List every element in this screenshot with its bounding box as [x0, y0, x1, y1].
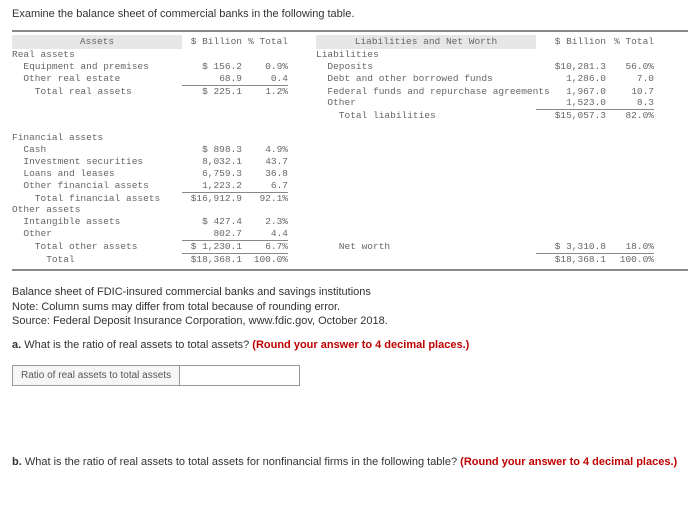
row-pct: 92.1%: [242, 193, 288, 205]
row-bill: 1,523.0: [536, 97, 606, 110]
question-a: a. What is the ratio of real assets to t…: [12, 339, 688, 351]
row-pct: 100.0%: [242, 254, 288, 266]
row-name: Deposits: [316, 61, 536, 73]
row-pct: 6.7%: [242, 241, 288, 254]
row-name: Investment securities: [12, 156, 182, 168]
row-pct: 0.4: [242, 73, 288, 86]
ratio-input[interactable]: [180, 365, 300, 386]
row-pct: 7.0: [606, 73, 654, 86]
q-hint: (Round your answer to 4 decimal places.): [252, 339, 469, 351]
q-text: What is the ratio of real assets to tota…: [21, 339, 252, 351]
note-line: Note: Column sums may differ from total …: [12, 300, 688, 315]
balance-sheet-table: Assets $ Billion % Total Liabilities and…: [12, 30, 688, 271]
row-pct: 0.9%: [242, 61, 288, 73]
row-name: Debt and other borrowed funds: [316, 73, 536, 86]
row-bill: $15,057.3: [536, 110, 606, 122]
row-bill: $ 1,230.1: [182, 241, 242, 254]
col-pct-r: % Total: [606, 35, 654, 49]
row-name: Equipment and premises: [12, 61, 182, 73]
row-name: Cash: [12, 144, 182, 156]
row-bill: 68.9: [182, 73, 242, 86]
notes-block: Balance sheet of FDIC-insured commercial…: [12, 285, 688, 330]
row-bill: 802.7: [182, 228, 242, 241]
note-line: Source: Federal Deposit Insurance Corpor…: [12, 314, 688, 329]
row-bill: 6,759.3: [182, 168, 242, 180]
row-bill: $ 427.4: [182, 216, 242, 228]
row-pct: 8.3: [606, 97, 654, 110]
q-label: b.: [12, 456, 22, 468]
row-pct: 1.2%: [242, 86, 288, 98]
row-bill: $ 156.2: [182, 61, 242, 73]
row-bill: 1,967.0: [536, 86, 606, 98]
row-name: Total other assets: [12, 241, 182, 254]
row-pct: 4.4: [242, 228, 288, 241]
intro-text: Examine the balance sheet of commercial …: [12, 8, 688, 20]
row-name: Other real estate: [12, 73, 182, 86]
row-bill: 1,223.2: [182, 180, 242, 193]
col-billion-r: $ Billion: [536, 35, 606, 49]
row-name: Net worth: [316, 241, 536, 254]
row-pct: 4.9%: [242, 144, 288, 156]
row-name: Other financial assets: [12, 180, 182, 193]
row-name: Federal funds and repurchase agreements: [316, 86, 536, 98]
row-bill: $ 225.1: [182, 86, 242, 98]
row-bill: 8,032.1: [182, 156, 242, 168]
row-pct: 100.0%: [606, 254, 654, 266]
row-pct: 10.7: [606, 86, 654, 98]
row-pct: 43.7: [242, 156, 288, 168]
row-bill: $18,368.1: [182, 254, 242, 266]
q-label: a.: [12, 339, 21, 351]
row-bill: $ 898.3: [182, 144, 242, 156]
row-bill: $16,912.9: [182, 193, 242, 205]
row-name: Total: [12, 254, 182, 266]
col-pct: % Total: [242, 35, 288, 49]
answer-input-row: Ratio of real assets to total assets: [12, 365, 688, 386]
row-name: Intangible assets: [12, 216, 182, 228]
row-pct: 18.0%: [606, 241, 654, 254]
row-bill: $ 3,310.8: [536, 241, 606, 254]
row-name: Loans and leases: [12, 168, 182, 180]
row-bill: $10,281.3: [536, 61, 606, 73]
row-pct: 36.8: [242, 168, 288, 180]
row-name: Other: [12, 228, 182, 241]
section-title: Liabilities: [316, 49, 536, 61]
row-bill: 1,286.0: [536, 73, 606, 86]
question-b: b. What is the ratio of real assets to t…: [12, 456, 688, 468]
section-title: Real assets: [12, 49, 182, 61]
q-text: What is the ratio of real assets to tota…: [22, 456, 460, 468]
row-name: Total financial assets: [12, 193, 182, 205]
row-name: Total real assets: [12, 86, 182, 98]
row-name: Other: [316, 97, 536, 110]
q-hint: (Round your answer to 4 decimal places.): [460, 456, 677, 468]
col-lnw: Liabilities and Net Worth: [316, 35, 536, 49]
input-label: Ratio of real assets to total assets: [12, 365, 180, 386]
row-pct: 2.3%: [242, 216, 288, 228]
section-title: Financial assets: [12, 132, 182, 144]
row-name: Total liabilities: [316, 110, 536, 122]
row-pct: 82.0%: [606, 110, 654, 122]
col-assets: Assets: [12, 35, 182, 49]
row-pct: 56.0%: [606, 61, 654, 73]
row-pct: 6.7: [242, 180, 288, 193]
section-title: Other assets: [12, 204, 182, 216]
row-bill: $18,368.1: [536, 254, 606, 266]
note-line: Balance sheet of FDIC-insured commercial…: [12, 285, 688, 300]
col-billion: $ Billion: [182, 35, 242, 49]
